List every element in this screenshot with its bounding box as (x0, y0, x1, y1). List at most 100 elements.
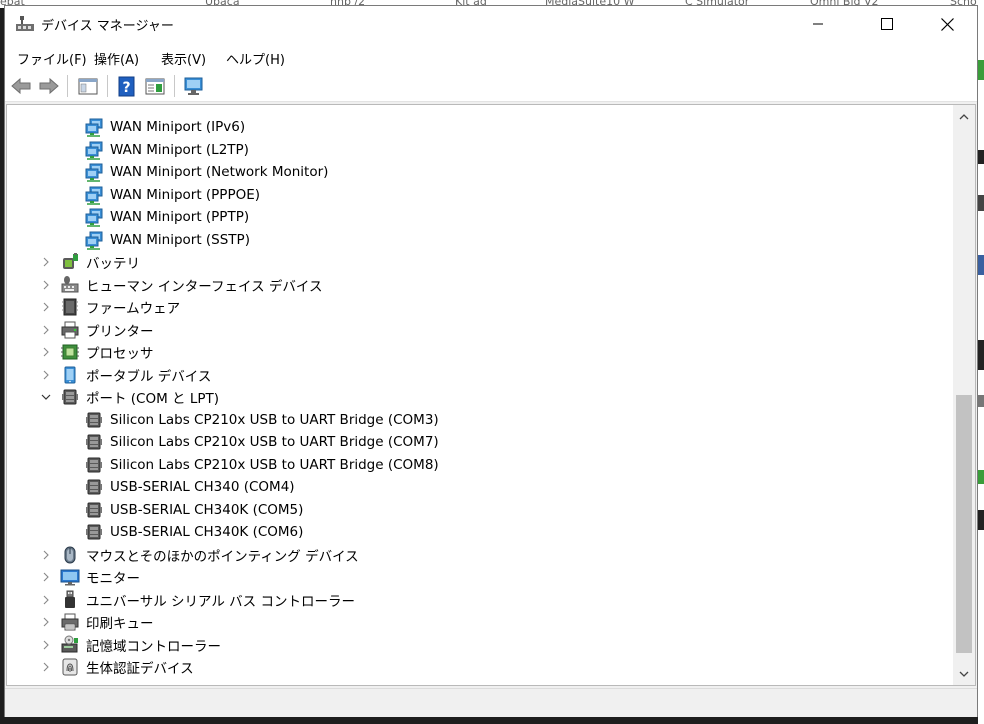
tree-item[interactable]: マウスとそのほかのポインティング デバイス (60, 544, 359, 566)
tree-item[interactable]: プロセッサ (60, 341, 154, 363)
device-manager-window: デバイス マネージャー ファイル(F) 操作(A) 表示(V) ヘルプ(H) ?… (4, 5, 978, 717)
tree-item[interactable]: バッテリ (60, 251, 140, 273)
scroll-down-button[interactable] (953, 663, 975, 685)
menu-help[interactable]: ヘルプ(H) (226, 49, 285, 68)
show-hide-console-tree-icon[interactable] (76, 75, 100, 97)
title-bar[interactable]: デバイス マネージャー (5, 6, 977, 42)
tree-item[interactable]: Silicon Labs CP210x USB to UART Bridge (… (84, 454, 439, 476)
scroll-up-button[interactable] (953, 105, 975, 127)
menu-file[interactable]: ファイル(F) (17, 49, 87, 68)
usb-icon (65, 590, 75, 608)
tree-item[interactable]: ユニバーサル シリアル バス コントローラー (60, 589, 355, 611)
tree-item[interactable]: Silicon Labs CP210x USB to UART Bridge (… (84, 409, 439, 431)
desktop-background-fragment (978, 470, 984, 484)
expand-chevron-right-icon[interactable] (40, 571, 52, 583)
minimize-icon (813, 23, 823, 25)
tree-item[interactable]: WAN Miniport (Network Monitor) (84, 161, 328, 183)
expand-chevron-right-icon[interactable] (40, 369, 52, 381)
processor-icon (61, 344, 79, 360)
maximize-button[interactable] (864, 6, 910, 42)
tree-item-label: マウスとそのほかのポインティング デバイス (86, 548, 359, 565)
tree-item-label: USB-SERIAL CH340K (COM5) (110, 501, 304, 518)
expand-chevron-right-icon[interactable] (40, 256, 52, 268)
tree-item[interactable]: 記憶域コントローラー (60, 634, 221, 656)
tree-item[interactable]: 生体認証デバイス (60, 656, 194, 678)
expand-chevron-right-icon[interactable] (40, 616, 52, 628)
expand-chevron-right-icon[interactable] (40, 324, 52, 336)
port-icon (86, 412, 102, 427)
tree-item[interactable]: モニター (60, 566, 140, 588)
storage-controller-icon (61, 635, 78, 652)
help-icon[interactable]: ? (115, 75, 139, 97)
scrollbar-thumb[interactable] (956, 395, 972, 653)
tree-item[interactable]: ファームウェア (60, 296, 180, 318)
tree-item[interactable]: 印刷キュー (60, 611, 154, 633)
tree-item[interactable]: WAN Miniport (IPv6) (84, 116, 245, 138)
scan-hardware-changes-icon[interactable] (182, 75, 206, 97)
tree-item[interactable]: Silicon Labs CP210x USB to UART Bridge (… (84, 431, 439, 453)
tree-item-label: WAN Miniport (L2TP) (110, 141, 249, 158)
expand-chevron-right-icon[interactable] (40, 549, 52, 561)
network-adapter-icon (85, 186, 103, 205)
forward-arrow-icon[interactable] (37, 75, 61, 97)
expand-chevron-right-icon[interactable] (40, 301, 52, 313)
tree-item[interactable]: ヒューマン インターフェイス デバイス (60, 274, 322, 296)
expand-chevron-right-icon[interactable] (40, 279, 52, 291)
vertical-scrollbar[interactable] (953, 105, 975, 685)
desktop-background-fragment (978, 195, 984, 211)
tree-item[interactable]: WAN Miniport (SSTP) (84, 229, 250, 251)
tree-item-label: ユニバーサル シリアル バス コントローラー (86, 593, 355, 610)
tree-item-label: Silicon Labs CP210x USB to UART Bridge (… (110, 434, 439, 450)
tree-item-label: ヒューマン インターフェイス デバイス (86, 278, 323, 295)
biometric-icon (62, 658, 78, 676)
expand-chevron-right-icon[interactable] (40, 346, 52, 358)
tree-item[interactable]: WAN Miniport (PPTP) (84, 206, 249, 228)
tree-item[interactable]: USB-SERIAL CH340K (COM5) (84, 499, 303, 521)
chevron-down-icon (959, 671, 969, 677)
port-icon (86, 479, 102, 495)
tree-item[interactable]: USB-SERIAL CH340K (COM6) (84, 521, 303, 543)
port-icon (86, 524, 102, 540)
expand-chevron-right-icon[interactable] (40, 594, 52, 606)
menu-view[interactable]: 表示(V) (161, 49, 206, 68)
tree-item-label: WAN Miniport (IPv6) (110, 119, 246, 135)
tree-item[interactable]: WAN Miniport (PPPOE) (84, 184, 260, 206)
desktop-background-fragment (978, 340, 984, 370)
toolbar-separator (174, 75, 175, 97)
tree-item[interactable]: プリンター (60, 319, 154, 341)
printer-icon (61, 321, 79, 338)
tree-item[interactable]: ポータブル デバイス (60, 364, 211, 386)
network-adapter-icon (85, 163, 103, 182)
menu-action[interactable]: 操作(A) (94, 49, 139, 68)
tree-item-label: WAN Miniport (Network Monitor) (110, 164, 329, 180)
device-manager-app-icon (16, 16, 34, 31)
tree-item-label: ポータブル デバイス (86, 368, 212, 385)
network-adapter-icon (85, 208, 103, 227)
expand-chevron-right-icon[interactable] (40, 639, 52, 651)
toolbar-separator (67, 75, 68, 97)
chevron-up-icon (959, 113, 969, 119)
tree-item-label: USB-SERIAL CH340K (COM6) (110, 524, 304, 540)
back-arrow-icon[interactable] (9, 75, 33, 97)
tree-item-label: プリンター (86, 323, 154, 340)
tree-item-label: WAN Miniport (PPPOE) (110, 186, 261, 203)
properties-view-icon[interactable] (143, 75, 167, 97)
tree-item[interactable]: ポート (COM と LPT) (60, 386, 219, 408)
close-button[interactable] (924, 6, 970, 42)
desktop-background-fragment (978, 510, 984, 530)
tree-item-label: バッテリ (86, 256, 140, 272)
device-tree[interactable]: WAN Miniport (IPv6) WAN Miniport (L2TP) WA… (6, 104, 976, 686)
monitor-icon (60, 569, 80, 586)
expand-chevron-right-icon[interactable] (40, 661, 52, 673)
tree-item-label: ファームウェア (86, 301, 181, 317)
mouse-icon (64, 546, 76, 563)
tree-item-label: Silicon Labs CP210x USB to UART Bridge (… (110, 411, 439, 428)
tree-item[interactable]: USB-SERIAL CH340 (COM4) (84, 476, 295, 498)
tree-item[interactable]: WAN Miniport (L2TP) (84, 139, 249, 161)
expand-chevron-down-icon[interactable] (40, 391, 52, 403)
minimize-button[interactable] (795, 6, 841, 42)
tree-item-label: 印刷キュー (86, 616, 154, 632)
tree-item-label: USB-SERIAL CH340 (COM4) (110, 479, 295, 495)
firmware-icon (62, 298, 78, 316)
network-adapter-icon (85, 141, 103, 160)
